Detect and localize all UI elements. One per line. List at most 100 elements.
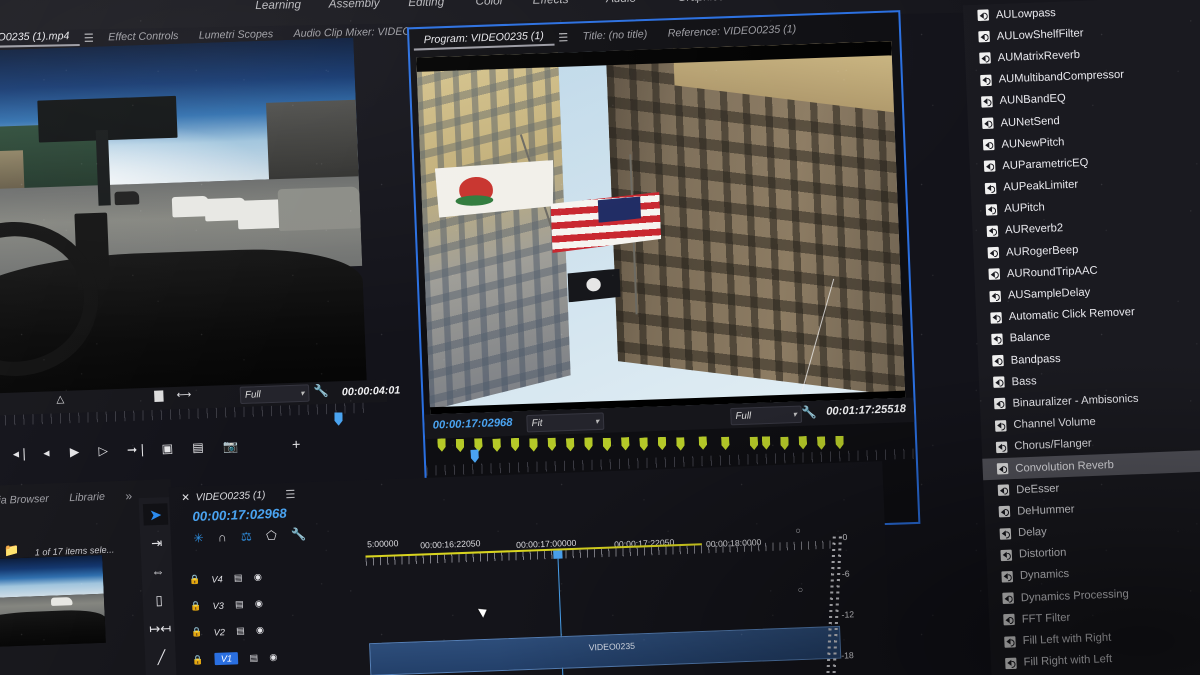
workspace-tab-editing[interactable]: Editing <box>408 0 444 9</box>
source-quality-dropdown[interactable]: Full ▾ <box>240 384 310 404</box>
source-playhead-marker[interactable] <box>334 412 342 425</box>
source-wrench-icon[interactable]: 🔧 <box>313 385 329 398</box>
source-add-button[interactable]: + <box>292 437 301 452</box>
audio-effect-icon <box>993 377 1005 389</box>
folder-icon[interactable]: 📁 <box>4 544 20 557</box>
timeline-close-icon[interactable]: ✕ <box>181 494 190 505</box>
source-marker-icon[interactable]: △ <box>56 395 64 405</box>
source-monitor[interactable] <box>0 38 367 399</box>
ruler-label-1: 00:00:16:22050 <box>420 538 481 550</box>
program-zoom-dropdown[interactable]: Fit ▾ <box>526 412 604 432</box>
source-duration-timecode[interactable]: 00:00:04:01 <box>342 384 401 398</box>
rolling-edit-tool[interactable]: ▯ <box>146 589 171 611</box>
lock-icon[interactable]: 🔒 <box>192 654 204 666</box>
audio-effect-icon <box>997 463 1009 475</box>
effects-list-item-label: Automatic Click Remover <box>1009 306 1135 323</box>
snap-toggle[interactable]: ✳ <box>193 531 204 546</box>
lock-icon[interactable]: 🔒 <box>189 574 201 586</box>
track-name-v3[interactable]: V3 <box>212 600 224 611</box>
play-icon[interactable]: ▶ <box>70 445 80 458</box>
track-name-v2[interactable]: V2 <box>213 627 225 638</box>
workspace-tab-color[interactable]: Color <box>475 0 503 8</box>
audio-effect-icon <box>1004 636 1016 648</box>
source-panel-menu-icon[interactable]: ☰ <box>80 31 99 45</box>
go-to-out-icon[interactable]: ➞❘ <box>127 443 148 456</box>
program-playhead-marker[interactable] <box>470 449 479 463</box>
toggle-output-icon[interactable]: ◉ <box>254 572 262 584</box>
track-header-v2[interactable]: 🔒 V2 ▤ ◉ <box>191 625 264 639</box>
source-settings-icon[interactable] <box>154 390 164 402</box>
lock-icon[interactable]: 🔒 <box>190 600 202 612</box>
track-name-v4[interactable]: V4 <box>211 574 223 585</box>
selection-tool[interactable]: ➤ <box>143 503 168 525</box>
audio-meter-mid-icon[interactable]: ○ <box>797 584 803 594</box>
lock-icon[interactable]: 🔒 <box>191 627 203 639</box>
track-header-v4[interactable]: 🔒 V4 ▤ ◉ <box>189 572 262 586</box>
project-thumbnail[interactable] <box>0 555 106 648</box>
tab-program-monitor[interactable]: Program: VIDEO0235 (1) <box>413 29 554 50</box>
step-back-icon[interactable]: ◂ <box>43 446 50 458</box>
program-panel-menu-icon[interactable]: ☰ <box>554 30 573 44</box>
add-marker-button[interactable]: ⚖ <box>241 529 253 544</box>
effects-list[interactable]: AULowpassAULowShelfFilterAUMatrixReverbA… <box>963 0 1200 675</box>
toggle-output-icon[interactable]: ◉ <box>255 598 263 610</box>
step-forward-icon[interactable]: ▷ <box>98 444 108 457</box>
timeline-playhead-timecode[interactable]: 00:00:17:02968 <box>192 505 287 524</box>
program-duration-timecode[interactable]: 00:01:17:25518 <box>826 403 906 418</box>
program-wrench-icon[interactable]: 🔧 <box>801 406 817 419</box>
program-playhead-timecode[interactable]: 00:00:17:02968 <box>432 417 512 432</box>
toggle-output-icon[interactable]: ◉ <box>269 651 277 663</box>
toggle-output-icon[interactable]: ◉ <box>256 625 264 637</box>
workspace-tab-assembly[interactable]: Assembly <box>329 0 380 11</box>
program-quality-dropdown[interactable]: Full ▾ <box>730 406 802 426</box>
audio-effect-icon <box>991 333 1003 345</box>
track-header-v1[interactable]: 🔒 V1 ▤ ◉ <box>192 651 278 666</box>
audio-effect-icon <box>992 355 1004 367</box>
sync-lock-icon[interactable]: ▤ <box>235 599 244 611</box>
ripple-edit-tool[interactable]: ⇔ <box>145 560 170 582</box>
sync-lock-icon[interactable]: ▤ <box>236 625 245 637</box>
timeline-settings-button[interactable]: 🔧 <box>291 527 307 542</box>
effects-list-item-label: Channel Volume <box>1013 416 1096 431</box>
effects-list-item-label: AURogerBeep <box>1006 243 1079 258</box>
insert-icon[interactable]: ▣ <box>161 442 173 455</box>
track-header-v3[interactable]: 🔒 V3 ▤ ◉ <box>190 598 263 612</box>
workspace-tab-libraries[interactable]: Libraries <box>761 0 806 2</box>
export-frame-icon[interactable]: 📷 <box>223 440 239 453</box>
source-fit-icon[interactable]: ⟷ <box>177 390 192 401</box>
tab-media-browser[interactable]: Media Browser <box>0 492 59 508</box>
tab-source-clip[interactable]: VIDEO0235 (1).mp4 <box>0 30 80 49</box>
workspace-overflow-icon[interactable]: » <box>851 0 859 3</box>
tab-title[interactable]: Title: (no title) <box>572 28 658 43</box>
go-to-in-icon[interactable]: ◂❘ <box>13 447 30 460</box>
rate-stretch-tool[interactable]: ↦↤ <box>148 617 173 639</box>
workspace-tab-learning[interactable]: Learning <box>255 0 301 12</box>
timeline-menu-icon[interactable]: ☰ <box>281 488 300 502</box>
sync-lock-icon[interactable]: ▤ <box>234 572 243 584</box>
workspace-tab-audio[interactable]: Audio <box>606 0 636 5</box>
effects-list-item-label: Bandpass <box>1010 352 1060 366</box>
timeline-tab-label[interactable]: VIDEO0235 (1) <box>195 490 265 504</box>
timeline-clip-v1[interactable]: VIDEO0235 <box>369 626 841 675</box>
effects-list-item-label: Bass <box>1011 375 1036 388</box>
timeline-playhead-handle[interactable] <box>553 550 563 558</box>
program-monitor-image[interactable] <box>416 41 905 414</box>
audio-effect-icon <box>995 420 1007 432</box>
audio-meter[interactable]: 0 -6 -12 -18 ○ ○ <box>814 529 882 675</box>
linked-selection-toggle[interactable]: ∩ <box>218 530 227 545</box>
workspace-tab-effects[interactable]: Effects <box>533 0 569 7</box>
track-name-v1[interactable]: V1 <box>215 652 239 665</box>
audio-meter-top-icon[interactable]: ○ <box>795 525 801 535</box>
effects-panel[interactable]: AULowpassAULowShelfFilterAUMatrixReverbA… <box>963 0 1200 675</box>
tab-reference[interactable]: Reference: VIDEO0235 (1) <box>657 23 806 40</box>
audio-meter-label-18: -18 <box>841 650 854 661</box>
timeline-ruler[interactable]: 5:00000 00:00:16:22050 00:00:17:00000 00… <box>365 522 836 580</box>
sync-lock-icon[interactable]: ▤ <box>249 652 258 664</box>
marker-button[interactable]: ⬠ <box>266 528 277 543</box>
track-select-forward-tool[interactable]: ⇥ <box>144 532 169 554</box>
tab-libraries[interactable]: Librarie <box>59 490 116 504</box>
razor-tool[interactable]: ╱ <box>149 646 174 668</box>
workspace-tab-graphics[interactable]: Graphics <box>677 0 724 4</box>
overwrite-icon[interactable]: ▤ <box>192 441 204 454</box>
tab-effect-controls[interactable]: Effect Controls <box>98 30 189 44</box>
